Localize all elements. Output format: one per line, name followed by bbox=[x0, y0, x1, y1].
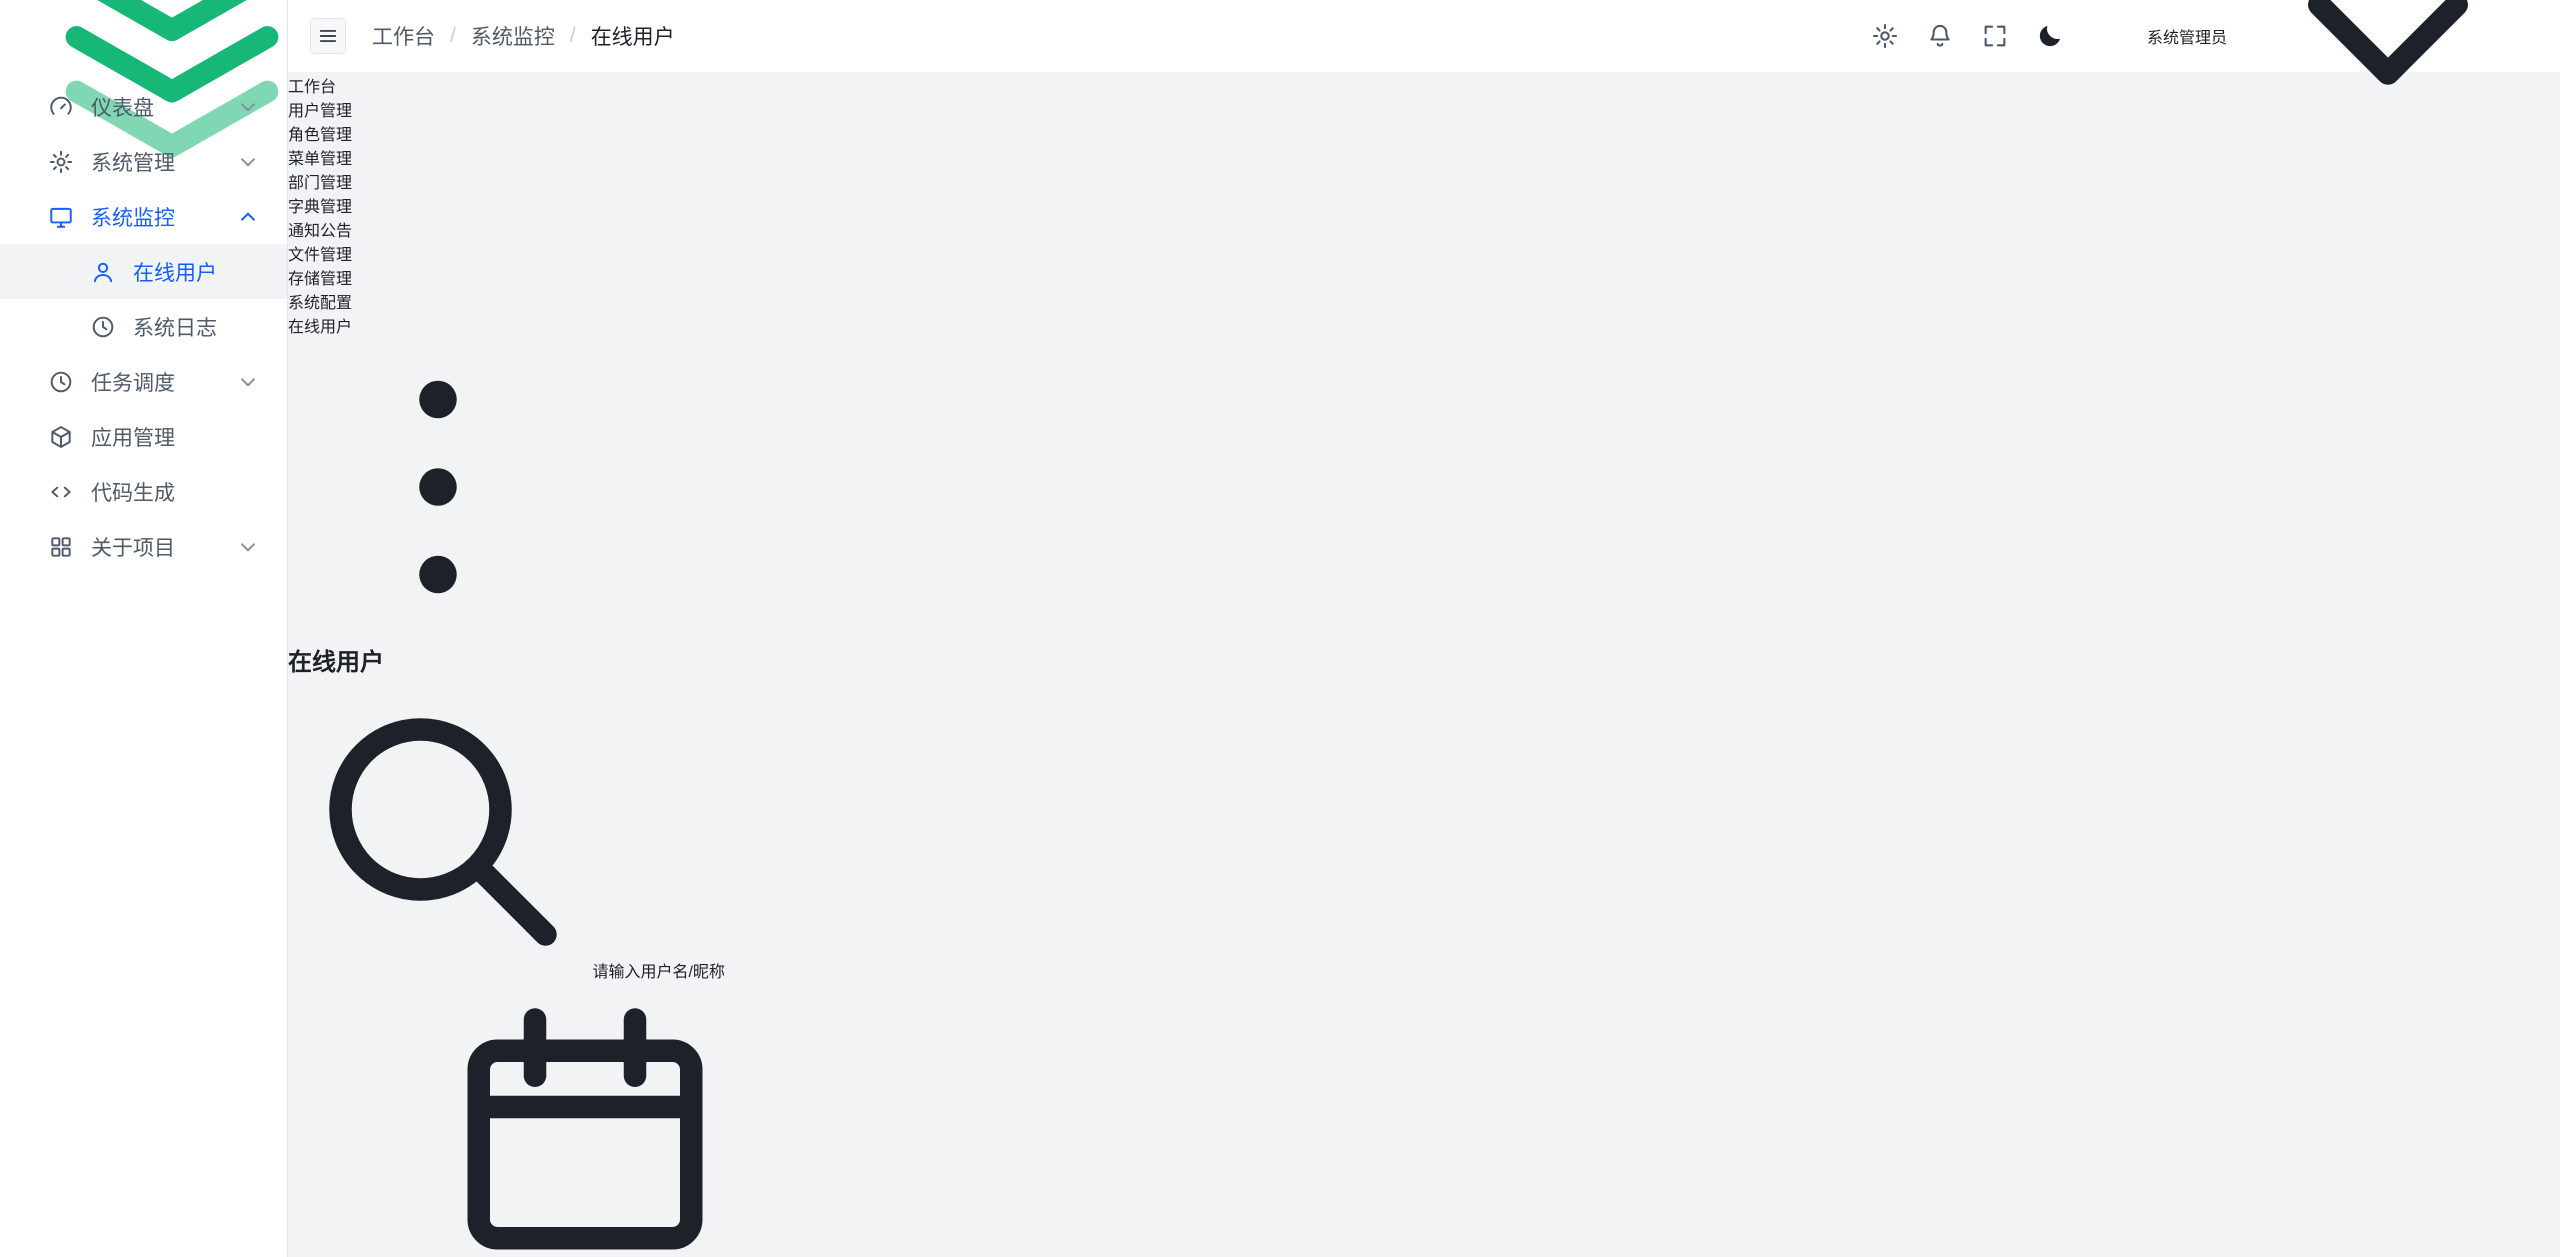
tab-工作台[interactable]: 工作台 bbox=[288, 73, 2560, 97]
sidebar-item-label: 任务调度 bbox=[91, 367, 218, 397]
tab-存储管理[interactable]: 存储管理 bbox=[288, 265, 2560, 289]
calendar-icon bbox=[435, 982, 735, 1257]
tab-字典管理[interactable]: 字典管理 bbox=[288, 193, 2560, 217]
sidebar-item-clock[interactable]: 任务调度 bbox=[0, 354, 287, 409]
sidebar-item-label: 代码生成 bbox=[91, 477, 261, 507]
tab-角色管理[interactable]: 角色管理 bbox=[288, 121, 2560, 145]
sidebar-item-grid[interactable]: 关于项目 bbox=[0, 519, 287, 574]
sidebar-item-label: 仪表盘 bbox=[91, 92, 218, 122]
tab-系统配置[interactable]: 系统配置 bbox=[288, 289, 2560, 313]
sidebar: ContiNew Admin 仪表盘系统管理系统监控在线用户系统日志任务调度应用… bbox=[0, 0, 288, 1257]
tab-bar: 工作台用户管理角色管理菜单管理部门管理字典管理通知公告文件管理存储管理系统配置在… bbox=[288, 73, 2560, 642]
breadcrumb-item[interactable]: 系统监控 bbox=[471, 21, 555, 51]
moon-icon[interactable] bbox=[2036, 22, 2064, 50]
tab-在线用户[interactable]: 在线用户 bbox=[288, 313, 2560, 337]
header: 工作台 / 系统监控 / 在线用户 系统管理员 bbox=[288, 0, 2560, 73]
gear-icon[interactable] bbox=[1871, 22, 1899, 50]
gear-icon bbox=[48, 149, 74, 175]
dashboard-icon bbox=[48, 94, 74, 120]
menu-fold-icon bbox=[317, 25, 339, 47]
fullscreen-icon[interactable] bbox=[1981, 22, 2009, 50]
chevron-down-icon bbox=[235, 149, 261, 175]
sidebar-item-code[interactable]: 代码生成 bbox=[0, 464, 287, 519]
chevron-down-icon bbox=[235, 94, 261, 120]
code-icon bbox=[48, 479, 74, 505]
sidebar-subitem-label: 系统日志 bbox=[133, 312, 261, 342]
tab-菜单管理[interactable]: 菜单管理 bbox=[288, 145, 2560, 169]
main-column: 工作台/系统监控/在线用户 系统管理员 工作台用户管理角色管理菜单管理部门管理字… bbox=[288, 0, 2560, 1257]
search-icon bbox=[288, 677, 588, 977]
bell-icon[interactable] bbox=[1926, 22, 1954, 50]
sidebar-item-cube[interactable]: 应用管理 bbox=[0, 409, 287, 464]
breadcrumb: 工作台 / 系统监控 / 在线用户 bbox=[372, 21, 675, 51]
sidebar-item-label: 应用管理 bbox=[91, 422, 261, 452]
tab-通知公告[interactable]: 通知公告 bbox=[288, 217, 2560, 241]
logo[interactable]: ContiNew Admin bbox=[0, 0, 287, 73]
tab-用户管理[interactable]: 用户管理 bbox=[288, 97, 2560, 121]
tabs: 工作台用户管理角色管理菜单管理部门管理字典管理通知公告文件管理存储管理系统配置在… bbox=[288, 73, 2560, 337]
collapse-sidebar-button[interactable] bbox=[310, 18, 346, 54]
breadcrumb-item[interactable]: 工作台 bbox=[372, 21, 435, 51]
search-input[interactable]: 请输入用户名/昵称 bbox=[288, 677, 2560, 982]
filter-toolbar: 请输入用户名/昵称 开始时间 - 结束时间 重置 bbox=[288, 677, 2560, 1257]
page-title: 在线用户 bbox=[288, 642, 2560, 677]
grid-icon bbox=[48, 534, 74, 560]
sidebar-item-label: 系统管理 bbox=[91, 147, 218, 177]
content-area: 在线用户 请输入用户名/昵称 开始时间 - 结束时间 重置 bbox=[288, 642, 2560, 1257]
chevron-down-icon bbox=[235, 534, 261, 560]
tab-部门管理[interactable]: 部门管理 bbox=[288, 169, 2560, 193]
app-root: ContiNew Admin 仪表盘系统管理系统监控在线用户系统日志任务调度应用… bbox=[0, 0, 2560, 1257]
user-name: 系统管理员 bbox=[2147, 24, 2227, 48]
header-icon-group bbox=[1871, 22, 2064, 50]
clock-icon bbox=[90, 314, 116, 340]
sidebar-item-gear[interactable]: 系统管理 bbox=[0, 134, 287, 189]
sidebar-item-monitor[interactable]: 系统监控 bbox=[0, 189, 287, 244]
cube-icon bbox=[48, 424, 74, 450]
tab-overflow-icon[interactable] bbox=[288, 337, 588, 637]
chevron-down-icon bbox=[235, 369, 261, 395]
breadcrumb-separator: / bbox=[450, 24, 456, 48]
sidebar-subitem-clock[interactable]: 系统日志 bbox=[0, 299, 287, 354]
date-range-input[interactable]: 开始时间 - 结束时间 bbox=[288, 982, 2560, 1257]
online-users-card: 在线用户 请输入用户名/昵称 开始时间 - 结束时间 重置 bbox=[288, 642, 2560, 1257]
user-icon bbox=[90, 259, 116, 285]
breadcrumb-item[interactable]: 在线用户 bbox=[591, 21, 675, 51]
sidebar-item-label: 系统监控 bbox=[91, 202, 218, 232]
tab-文件管理[interactable]: 文件管理 bbox=[288, 241, 2560, 265]
avatar bbox=[2091, 14, 2136, 59]
sidebar-item-dashboard[interactable]: 仪表盘 bbox=[0, 79, 287, 134]
search-placeholder: 请输入用户名/昵称 bbox=[592, 964, 724, 981]
sidebar-subitem-label: 在线用户 bbox=[133, 257, 261, 287]
sidebar-subitem-user[interactable]: 在线用户 bbox=[0, 244, 287, 299]
chevron-up-icon bbox=[235, 204, 261, 230]
monitor-icon bbox=[48, 204, 74, 230]
breadcrumb-separator: / bbox=[570, 24, 576, 48]
sidebar-item-label: 关于项目 bbox=[91, 532, 218, 562]
sidebar-menu: 仪表盘系统管理系统监控在线用户系统日志任务调度应用管理代码生成关于项目 bbox=[0, 73, 287, 574]
clock-icon bbox=[48, 369, 74, 395]
